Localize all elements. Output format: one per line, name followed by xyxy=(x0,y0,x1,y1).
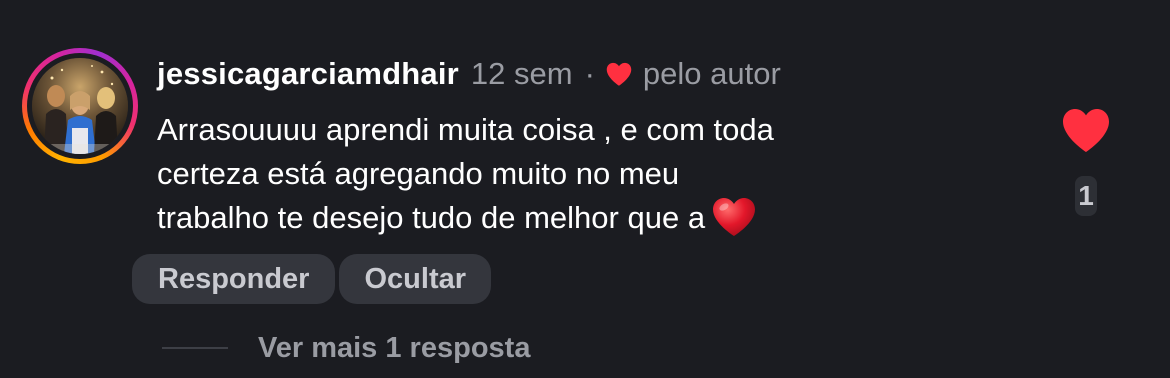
comment-actions: Responder Ocultar xyxy=(132,254,492,304)
view-more-replies-label[interactable]: Ver mais 1 resposta xyxy=(258,332,530,365)
view-more-replies[interactable]: Ver mais 1 resposta xyxy=(162,326,530,370)
comment-header: jessicagarciamdhair 12 sem · pelo autor xyxy=(157,54,781,94)
avatar[interactable] xyxy=(32,58,128,154)
heart-filled-icon[interactable] xyxy=(1060,106,1112,154)
comment-text-line-last: trabalho te desejo tudo de melhor que a xyxy=(157,196,1017,240)
avatar-story-ring[interactable] xyxy=(22,48,138,164)
hide-button[interactable]: Ocultar xyxy=(339,254,492,304)
comment-text-line: Arrasouuuu aprendi muita coisa , e com t… xyxy=(157,112,774,147)
heart-icon xyxy=(606,62,632,86)
replies-divider xyxy=(162,347,228,349)
like-column: 1 xyxy=(1056,106,1116,216)
red-heart-emoji xyxy=(713,198,756,236)
comment: jessicagarciamdhair 12 sem · pelo autor … xyxy=(0,0,1170,378)
comment-text-line: certeza está agregando muito no meu xyxy=(157,156,680,191)
reply-button[interactable]: Responder xyxy=(132,254,336,304)
liked-by-author-label: pelo autor xyxy=(642,56,781,91)
like-count[interactable]: 1 xyxy=(1075,176,1097,216)
avatar-gap xyxy=(27,53,133,159)
username[interactable]: jessicagarciamdhair xyxy=(157,56,459,92)
comment-text-line-content: trabalho te desejo tudo de melhor que a xyxy=(157,200,706,235)
comment-text: Arrasouuuu aprendi muita coisa , e com t… xyxy=(157,108,1017,240)
timestamp: 12 sem xyxy=(470,56,573,91)
avatar-photo xyxy=(32,58,128,154)
separator-dot: · xyxy=(584,56,595,91)
